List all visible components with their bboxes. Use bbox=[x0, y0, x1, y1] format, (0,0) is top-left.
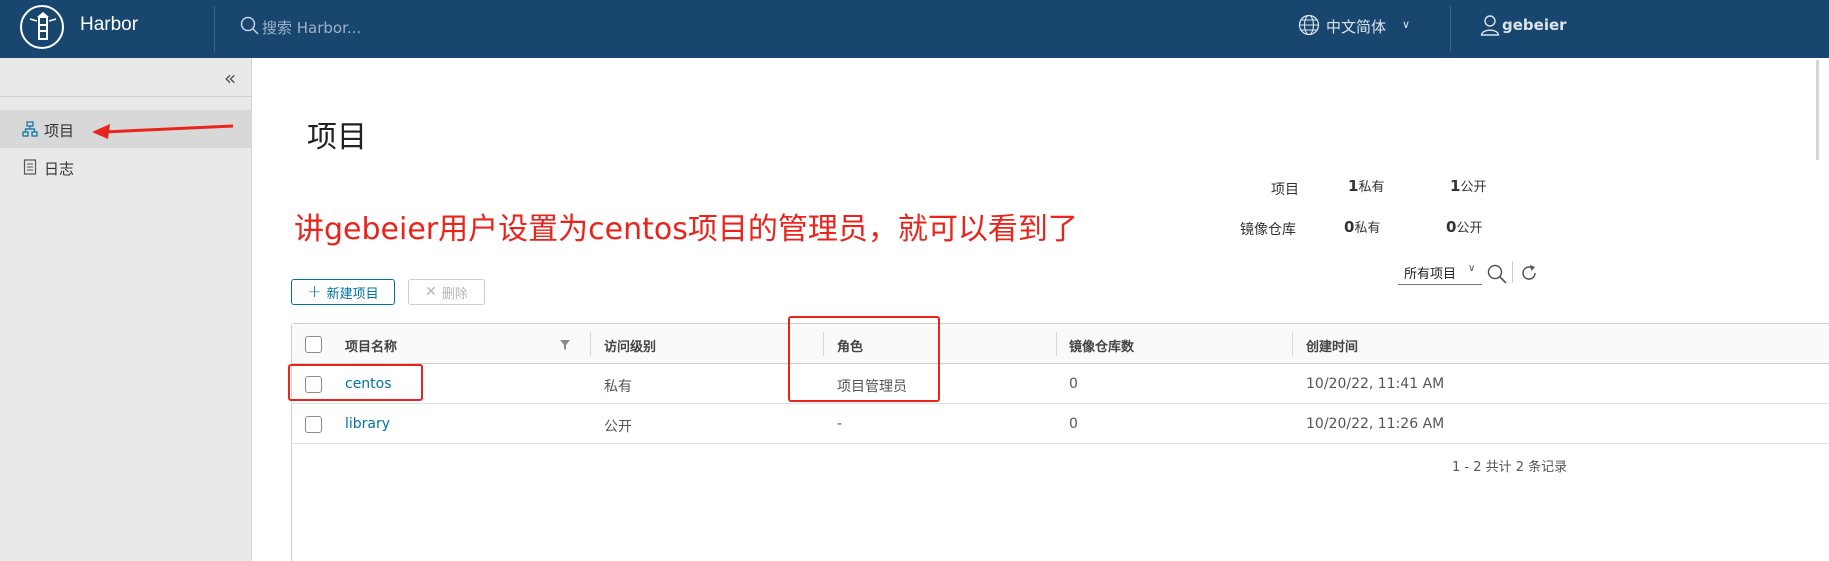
created-time: 10/20/22, 11:26 AM bbox=[1306, 416, 1445, 432]
brand-name[interactable]: Harbor bbox=[80, 14, 138, 36]
stat-repos-private: 0私有 bbox=[1344, 218, 1381, 236]
table-row[interactable]: centos 私有 项目管理员 0 10/20/22, 11:41 AM bbox=[292, 364, 1829, 404]
annotation-box-role bbox=[788, 316, 940, 402]
column-separator[interactable] bbox=[1056, 332, 1057, 356]
user-icon bbox=[1480, 15, 1500, 36]
search-input[interactable]: 搜索 Harbor... bbox=[262, 17, 361, 38]
delete-button[interactable]: ✕ 删除 bbox=[408, 279, 485, 305]
chevron-down-icon: ∨ bbox=[1402, 18, 1411, 31]
collapse-sidebar-icon[interactable]: « bbox=[224, 66, 236, 90]
role: - bbox=[837, 416, 843, 432]
top-navbar: Harbor 搜索 Harbor... 中文简体 ∨ gebeier bbox=[0, 0, 1829, 58]
stat-repos-label: 镜像仓库 bbox=[1240, 222, 1296, 238]
annotation-box-project bbox=[288, 364, 423, 401]
column-header-access[interactable]: 访问级别 bbox=[604, 336, 656, 355]
stat-projects-private: 1私有 bbox=[1348, 177, 1385, 195]
username: gebeier bbox=[1502, 16, 1567, 34]
header-divider bbox=[1450, 6, 1451, 52]
harbor-logo-icon[interactable] bbox=[20, 5, 64, 49]
stat-repos-public: 0公开 bbox=[1446, 218, 1483, 236]
sidebar-divider bbox=[0, 96, 252, 97]
column-separator[interactable] bbox=[1292, 332, 1293, 356]
sidebar-item-logs[interactable]: 日志 bbox=[0, 148, 252, 186]
column-separator[interactable] bbox=[590, 332, 591, 356]
column-header-name[interactable]: 项目名称 bbox=[345, 336, 397, 355]
language-label: 中文简体 bbox=[1326, 18, 1387, 36]
created-time: 10/20/22, 11:41 AM bbox=[1306, 376, 1445, 392]
annotation-arrow bbox=[92, 124, 234, 139]
globe-icon bbox=[1298, 14, 1320, 36]
delete-label: 删除 bbox=[441, 286, 468, 302]
stat-projects-label: 项目 bbox=[1271, 182, 1299, 198]
stat-projects-public: 1公开 bbox=[1450, 177, 1487, 195]
project-name-link[interactable]: library bbox=[345, 416, 390, 432]
toolbar-divider bbox=[1512, 261, 1513, 283]
annotation-text: 讲gebeier用户设置为centos项目的管理员，就可以看到了 bbox=[294, 212, 1078, 247]
table-header-row: 项目名称 访问级别 角色 镜像仓库数 创建时间 bbox=[292, 324, 1829, 364]
access-level: 公开 bbox=[604, 419, 632, 435]
chevron-down-icon: ∨ bbox=[1468, 263, 1476, 274]
project-filter-select[interactable]: 所有项目 ∨ bbox=[1398, 261, 1482, 285]
header-divider bbox=[214, 6, 215, 52]
new-project-button[interactable]: + 新建项目 bbox=[291, 279, 395, 305]
projects-datagrid: 项目名称 访问级别 角色 镜像仓库数 创建时间 centos 私有 项目管理员 … bbox=[291, 323, 1829, 561]
plus-icon: + bbox=[307, 282, 322, 302]
table-row[interactable]: library 公开 - 0 10/20/22, 11:26 AM bbox=[292, 404, 1829, 444]
project-icon bbox=[22, 121, 38, 137]
access-level: 私有 bbox=[604, 379, 632, 395]
refresh-icon[interactable] bbox=[1519, 263, 1539, 283]
global-search[interactable]: 搜索 Harbor... bbox=[240, 14, 540, 40]
sidebar-item-label: 项目 bbox=[44, 122, 75, 140]
pagination-summary: 1 - 2 共计 2 条记录 bbox=[1452, 460, 1568, 475]
page-scrollbar[interactable] bbox=[1816, 60, 1819, 160]
close-icon: ✕ bbox=[425, 284, 437, 300]
column-header-created[interactable]: 创建时间 bbox=[1306, 336, 1358, 355]
sidebar-item-label: 日志 bbox=[44, 160, 75, 178]
column-header-repos[interactable]: 镜像仓库数 bbox=[1069, 336, 1134, 355]
page-title: 项目 bbox=[307, 120, 367, 155]
search-icon bbox=[240, 16, 259, 35]
row-checkbox[interactable] bbox=[305, 416, 322, 433]
repo-count: 0 bbox=[1069, 376, 1078, 392]
search-icon[interactable] bbox=[1486, 263, 1508, 285]
repo-count: 0 bbox=[1069, 416, 1078, 432]
filter-icon[interactable] bbox=[559, 339, 571, 351]
new-project-label: 新建项目 bbox=[326, 286, 379, 302]
filter-value: 所有项目 bbox=[1404, 267, 1457, 282]
select-all-checkbox[interactable] bbox=[305, 336, 322, 353]
log-icon bbox=[23, 159, 37, 175]
